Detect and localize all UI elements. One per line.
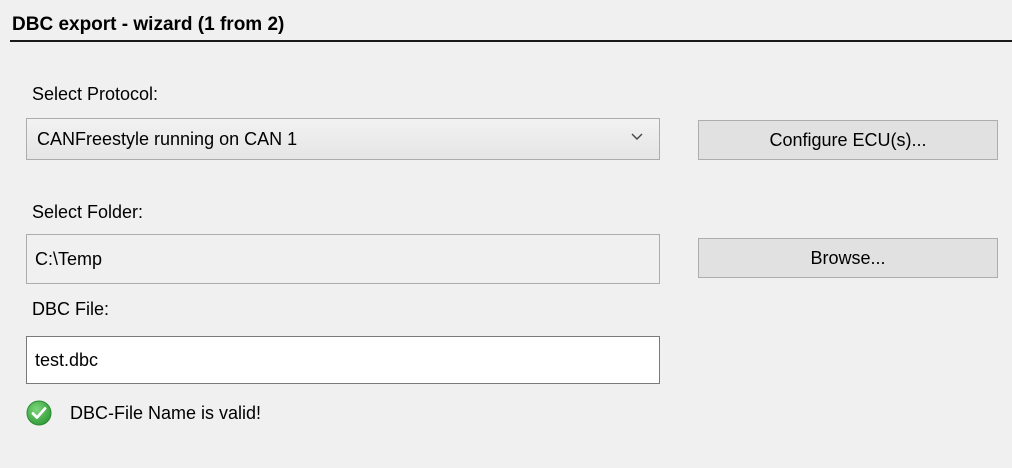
browse-button[interactable]: Browse... bbox=[698, 238, 998, 278]
select-protocol-label: Select Protocol: bbox=[32, 84, 159, 104]
dbc-file-label: DBC File: bbox=[32, 299, 110, 319]
check-circle-icon bbox=[26, 400, 52, 426]
validation-status: DBC-File Name is valid! bbox=[26, 398, 261, 428]
configure-ecus-button[interactable]: Configure ECU(s)... bbox=[698, 120, 998, 160]
dbc-file-input[interactable]: test.dbc bbox=[26, 336, 660, 384]
wizard-title: DBC export - wizard (1 from 2) bbox=[12, 14, 285, 35]
protocol-dropdown[interactable]: CANFreestyle running on CAN 1 bbox=[26, 118, 660, 160]
chevron-down-icon bbox=[631, 133, 643, 140]
protocol-selected-value: CANFreestyle running on CAN 1 bbox=[37, 128, 298, 149]
select-folder-label: Select Folder: bbox=[32, 202, 144, 222]
validation-text: DBC-File Name is valid! bbox=[70, 402, 262, 423]
folder-path-field[interactable]: C:\Temp bbox=[26, 234, 660, 284]
title-divider bbox=[10, 40, 1012, 42]
